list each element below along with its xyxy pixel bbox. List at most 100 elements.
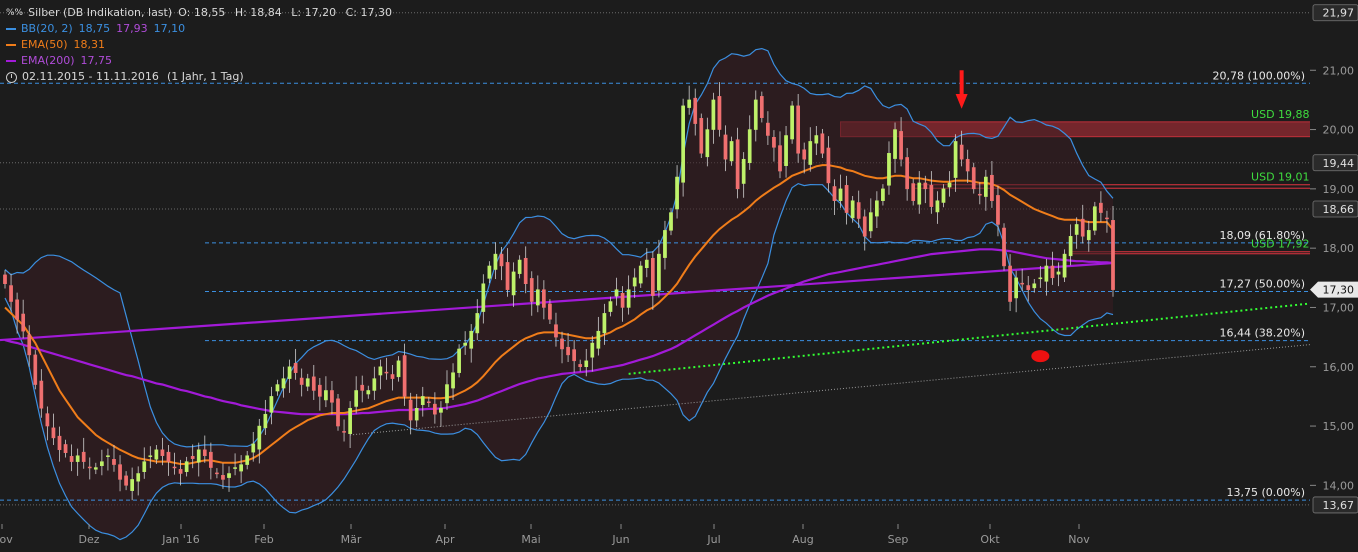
candle-down [33, 354, 38, 385]
x-tick-label: Mai [521, 533, 540, 546]
candle-down [336, 398, 340, 427]
legend-ema200-row[interactable]: EMA(200) 17,75 [6, 53, 392, 69]
candle-up [511, 271, 516, 296]
candle-up [663, 230, 667, 258]
candle-down [832, 186, 837, 201]
candle-down [572, 349, 576, 362]
candle-down [384, 371, 389, 374]
candle-up [269, 396, 274, 413]
candle-down [560, 338, 564, 350]
candle-up [414, 408, 419, 421]
candle-down [299, 377, 304, 385]
period-range: 02.11.2015 - 11.11.2016 [22, 70, 159, 83]
x-tick-label: Apr [435, 533, 455, 546]
candle-up [481, 283, 486, 312]
candle-up [614, 289, 619, 297]
candle-down [766, 122, 770, 136]
low-value: L: 17,20 [291, 6, 337, 19]
candle-up [1086, 230, 1091, 241]
candle-down [717, 96, 722, 130]
candle-down [965, 158, 970, 172]
candle-up [287, 366, 292, 379]
fib-level-label: 16,44 (38.20%) [1219, 327, 1305, 340]
price-tag-label: 18,66 [1323, 203, 1355, 216]
candle-up [396, 360, 401, 378]
candle-down [844, 185, 849, 213]
y-tick-label: 14,00 [1323, 479, 1355, 492]
candle-up [947, 182, 952, 188]
candle-down [81, 451, 86, 462]
candle-down [118, 464, 122, 480]
chart-legend: %% Silber (DB Indikation, last) O: 18,55… [6, 5, 392, 85]
candle-up [305, 378, 310, 387]
candle-down [27, 334, 32, 356]
close-value: C: 17,30 [345, 6, 392, 19]
candle-up [1074, 224, 1079, 235]
x-tick-label: Jan '16 [161, 533, 199, 546]
candle-up [814, 135, 819, 144]
x-tick-label: Feb [254, 533, 273, 546]
candle-down [1008, 265, 1012, 302]
red-arrow-shaft [959, 70, 964, 94]
period-interval: (1 Jahr, 1 Tag) [166, 70, 244, 83]
candle-down [862, 216, 867, 237]
candle-down [977, 193, 982, 196]
candle-down [499, 253, 504, 267]
candle-down [21, 313, 26, 332]
clock-icon [6, 71, 17, 83]
candle-up [245, 455, 250, 465]
candle-down [505, 262, 510, 290]
candle-up [378, 366, 383, 376]
candle-up [984, 176, 988, 197]
candle-down [39, 380, 44, 409]
candle-down [190, 456, 195, 459]
x-tick-label: Jun [611, 533, 629, 546]
candle-up [348, 408, 352, 435]
candle-up [372, 378, 377, 391]
candle-down [929, 185, 934, 207]
candle-up [517, 259, 522, 274]
candle-down [342, 431, 346, 433]
candle-down [57, 435, 62, 451]
y-tick-label: 17,00 [1323, 301, 1355, 314]
current-price-label: 17,30 [1323, 284, 1355, 297]
candle-down [69, 456, 74, 462]
ema200-value: 17,75 [80, 54, 113, 67]
legend-bb-row[interactable]: BB(20, 2) 18,75 17,93 17,10 [6, 21, 392, 37]
candle-down [402, 355, 407, 397]
candle-down [1080, 218, 1085, 237]
candle-down [826, 147, 831, 184]
candle-down [166, 451, 171, 462]
candle-down [802, 149, 807, 160]
candle-up [711, 99, 716, 130]
candle-down [317, 384, 322, 397]
high-value: H: 18,84 [234, 6, 282, 19]
candle-up [475, 313, 480, 334]
candle-up [275, 384, 280, 392]
x-tick-label: Mär [341, 533, 362, 546]
candle-up [741, 158, 746, 184]
candle-up [687, 99, 692, 108]
y-tick-label: 20,00 [1323, 124, 1355, 137]
candle-down [15, 299, 19, 320]
instrument-logo-icon: %% [6, 8, 24, 18]
candle-down [723, 134, 728, 160]
candle-up [790, 105, 794, 140]
candle-down [620, 292, 625, 308]
y-tick-label: 16,00 [1323, 361, 1355, 374]
candle-down [578, 364, 583, 368]
candle-down [996, 195, 1000, 225]
candle-up [445, 384, 449, 404]
legend-ema50-row[interactable]: EMA(50) 18,31 [6, 37, 392, 53]
candle-down [523, 257, 528, 284]
candle-down [3, 274, 7, 284]
candle-up [1056, 271, 1061, 275]
candle-down [1050, 265, 1055, 279]
y-tick-label: 19,00 [1323, 183, 1355, 196]
fib-level-label: 13,75 (0.00%) [1226, 486, 1305, 499]
candle-up [941, 188, 946, 203]
candle-down [209, 451, 213, 468]
candle-up [602, 313, 607, 334]
candle-up [1038, 277, 1043, 280]
candle-up [257, 425, 262, 450]
